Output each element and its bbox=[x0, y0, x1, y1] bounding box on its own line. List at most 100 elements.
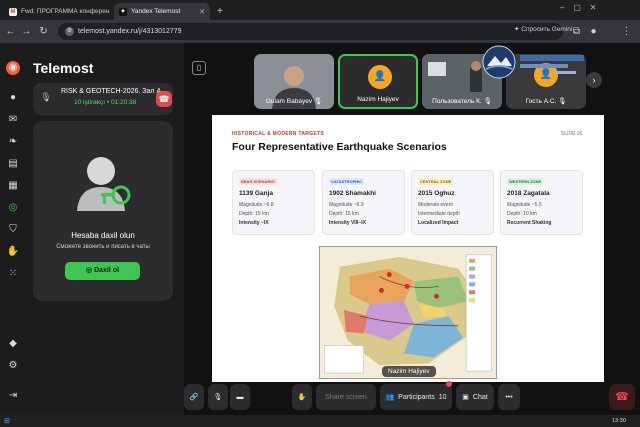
meeting-title: RISK & GEOTECH-2026. Зал А bbox=[61, 88, 162, 95]
window-controls: – ▢ ✕ bbox=[560, 3, 597, 12]
share-screen-button[interactable]: Share screen bbox=[316, 384, 376, 410]
gemini-icon: ✦ bbox=[514, 26, 520, 33]
scenario-card: WESTERN ZONE 2018 Zagatala Magnitude ~5.… bbox=[500, 170, 583, 235]
scenario-tag: CATASTROPHIC bbox=[329, 178, 365, 185]
scenario-detail: Depth: 15 km bbox=[329, 211, 359, 217]
login-button[interactable]: ◎ Daxil ol bbox=[65, 262, 140, 280]
diamond-icon[interactable]: ◆ bbox=[6, 337, 20, 351]
participants-button[interactable]: 👥 Participants 10 bbox=[380, 381, 452, 410]
scenario-name: 1902 Shamakhi bbox=[329, 190, 376, 197]
calendar-icon[interactable]: ▦ bbox=[6, 179, 20, 193]
geological-map-image bbox=[319, 246, 497, 379]
grid-icon[interactable]: ⁙ bbox=[6, 267, 20, 281]
forward-icon[interactable]: → bbox=[20, 25, 33, 38]
avatar-placeholder-icon bbox=[77, 157, 131, 211]
shared-slide: HISTORICAL & MODERN TARGETS SLIDE 06 Fou… bbox=[212, 115, 604, 382]
mail-icon[interactable]: ✉ bbox=[6, 113, 20, 127]
document-icon[interactable]: ▤ bbox=[6, 157, 20, 171]
scenario-detail: Magnitude ~5.5 bbox=[507, 202, 542, 208]
scenario-detail: Depth: 15 km bbox=[239, 211, 269, 217]
mic-button[interactable]: 🎙 bbox=[208, 384, 228, 410]
scenario-card: CATASTROPHIC 1902 Shamakhi Magnitude ~6.… bbox=[322, 170, 405, 235]
tab-label: Yandex Telemost bbox=[131, 8, 181, 15]
copy-link-button[interactable]: 🔗 bbox=[184, 384, 204, 410]
active-speaker-label: Nazim Hajiyev bbox=[382, 366, 436, 377]
site-info-icon[interactable]: ⚙ bbox=[65, 27, 74, 36]
profile-icon[interactable]: ● bbox=[587, 25, 600, 38]
scenario-card: NEAR SCENARIO 1139 Ganja Magnitude ~6.8 … bbox=[232, 170, 315, 235]
scenario-detail: Depth: 10 km bbox=[507, 211, 537, 217]
mic-off-icon: 🎙 bbox=[483, 98, 492, 105]
gemini-button[interactable]: ✦ Спросить Gemini bbox=[514, 25, 572, 33]
mic-off-icon: 🎙 bbox=[558, 98, 567, 105]
system-clock: 13:30 bbox=[612, 418, 626, 424]
back-icon[interactable]: ← bbox=[4, 25, 17, 38]
gmail-icon: M bbox=[9, 7, 17, 16]
link-icon: 🔗 bbox=[189, 394, 199, 401]
camera-button[interactable]: ▬ bbox=[230, 384, 250, 410]
participant-name: Пользователь К. 🎙 bbox=[432, 98, 492, 105]
start-icon[interactable]: ⊞ bbox=[4, 417, 10, 425]
participant-name: Nazim Hajiyev bbox=[357, 96, 399, 103]
shield-icon[interactable]: ⛉ bbox=[6, 223, 20, 237]
participants-count: 10 bbox=[438, 393, 447, 401]
scenario-detail: Magnitude ~6.8 bbox=[239, 202, 274, 208]
side-panel: Telemost 🎙 RISK & GEOTECH-2026. Зал А 10… bbox=[26, 43, 184, 415]
browser-toolbar: ← → ↻ ⚙ telemost.yandex.ru/j/4313012779 … bbox=[0, 20, 640, 43]
camera-off-icon: ▬ bbox=[236, 393, 244, 401]
login-subtitle: Сможете звонить и писать в чаты bbox=[56, 244, 150, 250]
browser-tab-bar: M Fwd: ПРОГРАММА конферен ✕ ✦ Yandex Tel… bbox=[0, 0, 640, 20]
scenario-intensity: Localized Impact bbox=[418, 220, 459, 226]
logout-icon[interactable]: ⇥ bbox=[6, 389, 20, 403]
tab-gmail[interactable]: M Fwd: ПРОГРАММА конферен ✕ bbox=[4, 3, 112, 20]
chat-icon: ▣ bbox=[462, 394, 469, 401]
login-button-label: Daxil ol bbox=[94, 267, 119, 274]
login-card: Hesaba daxil olun Сможете звонить и писа… bbox=[33, 121, 173, 301]
scenario-name: 2018 Zagatala bbox=[507, 190, 550, 197]
meeting-status: 10 iştirakçı • 01:20:38 bbox=[74, 99, 137, 106]
hand-icon[interactable]: ✋ bbox=[6, 245, 20, 259]
scenario-tag: NEAR SCENARIO bbox=[239, 178, 277, 185]
scenario-name: 2015 Oghuz bbox=[418, 190, 455, 197]
url-text: telemost.yandex.ru/j/4313012779 bbox=[78, 28, 182, 35]
participant-tile[interactable]: Gulam Babayev 🎙 bbox=[254, 54, 334, 109]
slide-title: Four Representative Earthquake Scenarios bbox=[232, 141, 447, 153]
slide-number: SLIDE 06 bbox=[561, 131, 583, 137]
menu-icon[interactable]: ⋮ bbox=[620, 25, 633, 38]
participants-label: Participants bbox=[398, 393, 435, 401]
close-icon[interactable]: ✕ bbox=[199, 8, 205, 16]
telemost-active-icon[interactable]: ◎ bbox=[6, 201, 20, 215]
mic-off-icon: 🎙 bbox=[213, 394, 223, 401]
tab-telemost[interactable]: ✦ Yandex Telemost ✕ bbox=[114, 3, 210, 20]
share-screen-label: Share screen bbox=[325, 393, 367, 401]
extensions-icon[interactable]: ⧉ bbox=[570, 25, 583, 38]
raise-hand-button[interactable]: ✋ bbox=[292, 384, 312, 410]
participant-tile-active[interactable]: 👤 Nazim Hajiyev bbox=[338, 54, 418, 109]
sidebar-toggle-icon[interactable]: ▯ bbox=[192, 61, 206, 75]
mic-off-icon: 🎙 bbox=[313, 98, 323, 105]
notification-dot bbox=[446, 381, 452, 387]
end-call-button[interactable]: ☎ bbox=[609, 384, 635, 410]
hangup-icon[interactable]: ☎ bbox=[156, 91, 172, 107]
main-stage: ▯ Gulam Babayev 🎙 👤 Nazim Hajiyev Пользо… bbox=[184, 43, 640, 415]
participants-icon: 👥 bbox=[385, 394, 395, 401]
scenario-name: 1139 Ganja bbox=[239, 190, 273, 197]
telemost-logo-icon[interactable]: ◉ bbox=[6, 61, 20, 75]
settings-icon[interactable]: ⚙ bbox=[6, 359, 20, 373]
scenario-tag: CENTRAL ZONE bbox=[418, 178, 454, 185]
os-taskbar: ⊞ 13:30 bbox=[0, 415, 640, 427]
reload-icon[interactable]: ↻ bbox=[37, 25, 50, 38]
scenario-detail: Magnitude ~6.9 bbox=[329, 202, 364, 208]
scenario-card: CENTRAL ZONE 2015 Oghuz Moderate event I… bbox=[411, 170, 494, 235]
scenario-detail: Moderate event bbox=[418, 202, 453, 208]
new-tab-button[interactable]: + bbox=[212, 3, 226, 20]
conference-logo bbox=[482, 45, 584, 79]
meeting-card[interactable]: 🎙 RISK & GEOTECH-2026. Зал А 10 iştirakç… bbox=[33, 83, 173, 115]
leaf-icon[interactable]: ❧ bbox=[6, 135, 20, 149]
drop-icon[interactable]: ● bbox=[6, 91, 20, 105]
address-input[interactable]: ⚙ telemost.yandex.ru/j/4313012779 bbox=[58, 23, 563, 40]
chat-button[interactable]: ▣ Chat bbox=[456, 384, 494, 410]
chat-label: Chat bbox=[472, 393, 488, 401]
more-button[interactable]: ••• bbox=[498, 384, 520, 410]
participant-name: Гость А.С. 🎙 bbox=[525, 98, 567, 105]
